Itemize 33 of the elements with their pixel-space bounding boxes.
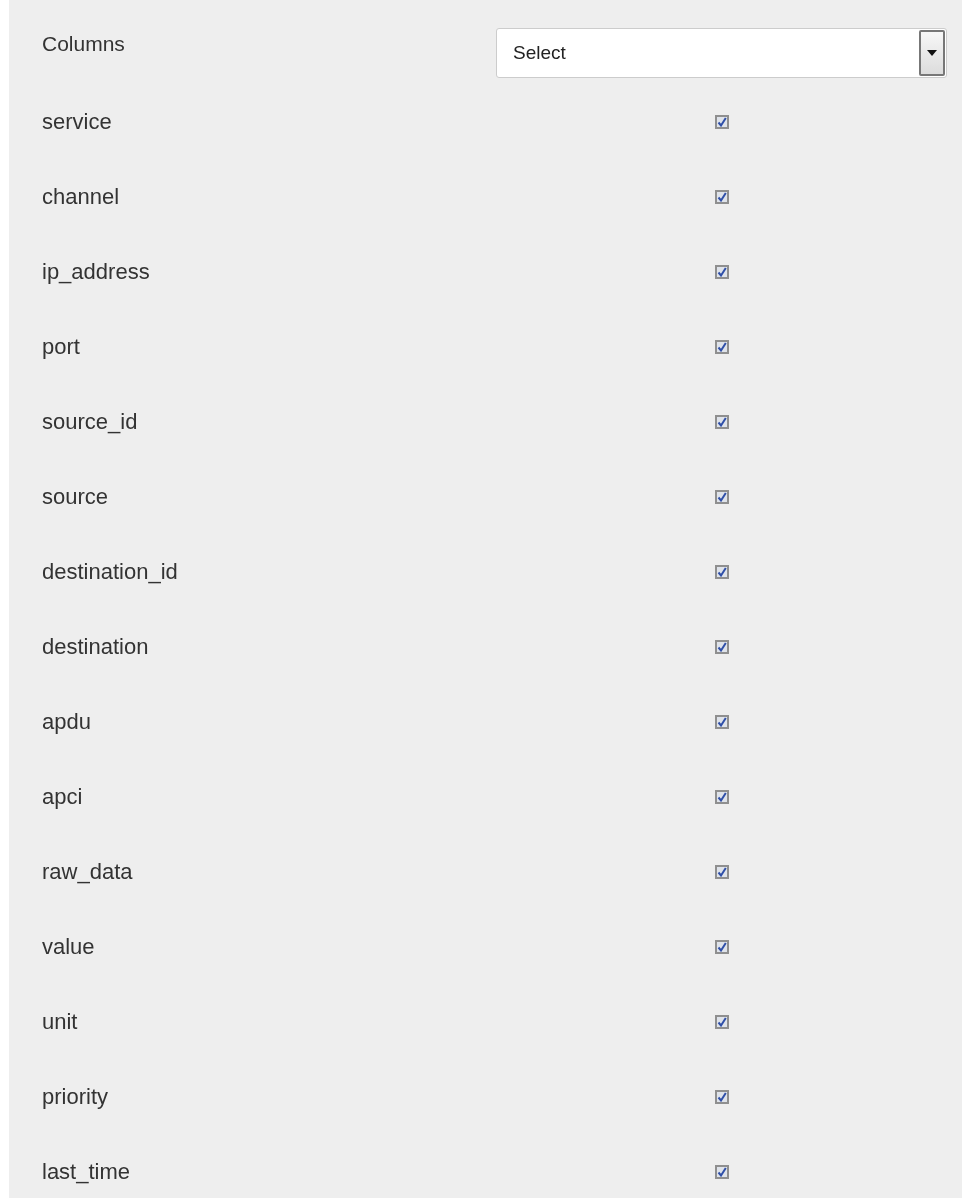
checkbox[interactable]: [715, 564, 729, 579]
checkbox[interactable]: [715, 489, 729, 504]
column-name: unit: [42, 1008, 78, 1035]
checkbox[interactable]: [715, 714, 729, 729]
checkbox[interactable]: [715, 939, 729, 954]
column-name: last_time: [42, 1158, 131, 1185]
checkbox[interactable]: [715, 264, 729, 279]
checkbox[interactable]: [715, 114, 729, 129]
checkbox[interactable]: [715, 1164, 729, 1179]
column-name: raw_data: [42, 858, 133, 885]
checkbox[interactable]: [715, 1014, 729, 1029]
select-dropdown[interactable]: Select: [496, 28, 947, 78]
checkbox[interactable]: [715, 414, 729, 429]
checkbox[interactable]: [715, 1089, 729, 1104]
column-name: source: [42, 483, 109, 510]
column-name: value: [42, 933, 95, 960]
column-name: destination_id: [42, 558, 178, 585]
column-name: apci: [42, 783, 83, 810]
column-name: source_id: [42, 408, 138, 435]
checkbox[interactable]: [715, 864, 729, 879]
caret-icon: [927, 50, 937, 56]
column-name: priority: [42, 1083, 108, 1110]
columns-label: Columns: [42, 32, 125, 56]
column-name: ip_address: [42, 258, 150, 285]
checkbox[interactable]: [715, 789, 729, 804]
checkbox[interactable]: [715, 339, 729, 354]
column-name: channel: [42, 183, 120, 210]
column-name: service: [42, 108, 112, 135]
column-name: apdu: [42, 708, 91, 735]
checkbox[interactable]: [715, 189, 729, 204]
checkbox[interactable]: [715, 639, 729, 654]
column-name: destination: [42, 633, 149, 660]
column-name: port: [42, 333, 80, 360]
